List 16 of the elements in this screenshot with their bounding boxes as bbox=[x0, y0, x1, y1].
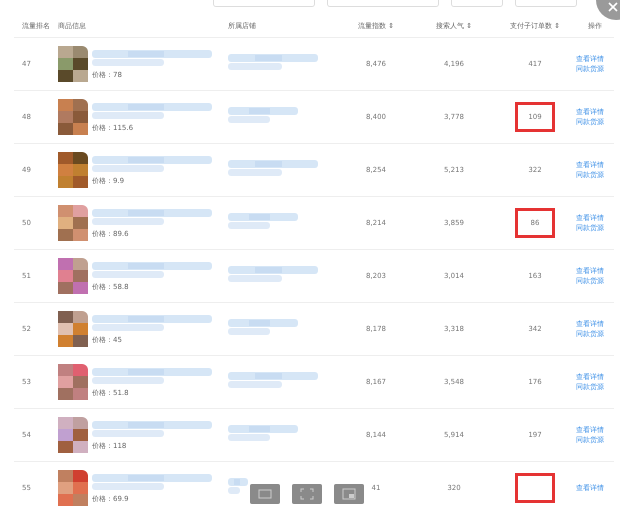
blurred-store-drawing bbox=[228, 105, 298, 125]
blurred-store-drawing bbox=[228, 211, 298, 231]
filter-field[interactable] bbox=[515, 0, 577, 7]
square-icon bbox=[258, 489, 272, 499]
filter-field[interactable] bbox=[213, 0, 315, 7]
filter-field[interactable] bbox=[327, 0, 439, 7]
blurred-store-drawing bbox=[228, 476, 248, 496]
toolbar-button[interactable] bbox=[292, 484, 322, 504]
blurred-store-drawing bbox=[228, 423, 298, 443]
toolbar-button[interactable] bbox=[334, 484, 364, 504]
close-icon bbox=[608, 2, 618, 12]
blurred-store-drawing bbox=[228, 317, 298, 337]
filter-field[interactable] bbox=[451, 0, 503, 7]
toolbar-button[interactable] bbox=[250, 484, 280, 504]
fit-icon bbox=[300, 488, 314, 500]
window-icon bbox=[342, 488, 356, 500]
